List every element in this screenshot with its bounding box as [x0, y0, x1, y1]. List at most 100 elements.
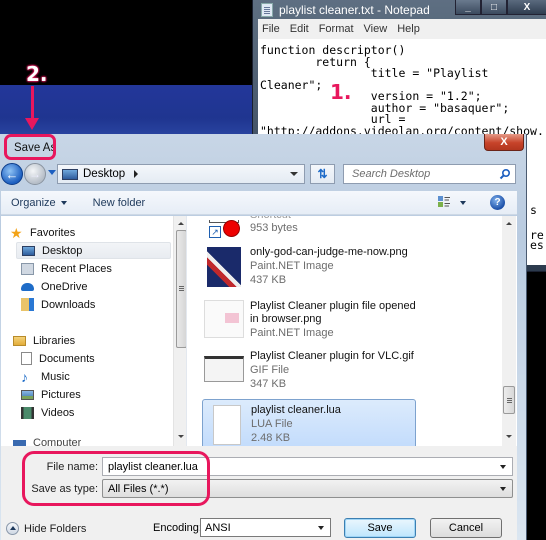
file-item[interactable]: Playlist Cleaner plugin for VLC.gif GIF …: [202, 346, 416, 398]
nav-group-label: Libraries: [33, 334, 76, 347]
notepad-text-fragment: s: [530, 203, 537, 217]
menu-bar: File Edit Format View Help: [258, 19, 546, 39]
hide-folders-button[interactable]: Hide Folders: [6, 522, 86, 535]
new-folder-button[interactable]: New folder: [93, 197, 146, 209]
nav-item-onedrive[interactable]: OneDrive: [21, 278, 87, 295]
nav-item-pictures[interactable]: Pictures: [21, 386, 81, 403]
nav-item-label: Desktop: [42, 244, 83, 257]
nav-group-libraries[interactable]: Libraries: [13, 332, 75, 349]
file-name: only-god-can-judge-me-now.png: [250, 246, 408, 258]
onedrive-icon: [21, 282, 34, 291]
dialog-close-button[interactable]: X: [484, 134, 524, 151]
pictures-icon: [21, 389, 34, 400]
chevron-down-icon: [500, 487, 506, 491]
breadcrumb-chevron-icon[interactable]: [134, 170, 139, 178]
nav-item-label: Videos: [41, 406, 75, 419]
nav-item-videos[interactable]: Videos: [21, 404, 74, 421]
change-view-icon[interactable]: [438, 196, 450, 208]
nav-item-label: Computer: [33, 438, 82, 446]
encoding-value: ANSI: [205, 521, 231, 534]
close-button[interactable]: X: [507, 0, 546, 15]
libraries-icon: [13, 335, 26, 346]
documents-icon: [21, 352, 32, 365]
file-item[interactable]: Playlist Cleaner plugin file opened in b…: [202, 296, 416, 348]
search-icon[interactable]: [499, 168, 511, 180]
nav-item-recent-places[interactable]: Recent Places: [21, 260, 112, 277]
image-thumbnail: [207, 247, 241, 287]
menu-file[interactable]: File: [262, 23, 280, 35]
encoding-label: Encoding:: [153, 522, 202, 534]
downloads-icon: [21, 298, 34, 311]
nav-item-label: Recent Places: [41, 262, 112, 275]
red-circle-icon: [223, 220, 240, 237]
nav-item-documents[interactable]: Documents: [21, 350, 95, 367]
search-input[interactable]: Search Desktop: [343, 164, 516, 184]
refresh-button[interactable]: ⇅: [310, 164, 335, 184]
menu-edit[interactable]: Edit: [290, 23, 309, 35]
file-item[interactable]: only-god-can-judge-me-now.png Paint.NET …: [202, 242, 416, 294]
search-placeholder: Search Desktop: [352, 168, 431, 180]
file-size: 2.48 KB: [251, 432, 291, 444]
minimize-button[interactable]: _: [455, 0, 481, 15]
file-list-scrollbar[interactable]: [502, 216, 516, 446]
desktop-icon: [22, 245, 35, 256]
recent-locations-dropdown[interactable]: [48, 170, 56, 175]
nav-item-label: OneDrive: [41, 280, 88, 293]
notepad-text-fragment: es: [530, 238, 544, 252]
file-type: Shortcut: [250, 216, 291, 221]
nav-item-desktop[interactable]: Desktop: [16, 242, 171, 259]
music-icon: ♪: [21, 368, 28, 385]
file-size: 347 KB: [250, 378, 287, 390]
help-button[interactable]: ?: [490, 195, 505, 210]
nav-group-favorites[interactable]: ★ Favorites: [10, 224, 75, 241]
cancel-button[interactable]: Cancel: [430, 518, 502, 538]
scroll-down-icon[interactable]: [506, 435, 512, 438]
file-type: LUA File: [251, 418, 293, 430]
forward-button[interactable]: →: [24, 163, 46, 185]
nav-item-downloads[interactable]: Downloads: [21, 296, 95, 313]
navigation-scrollbar[interactable]: [173, 216, 186, 446]
step-2-annotation: 2.: [26, 62, 48, 86]
command-toolbar: Organize New folder ?: [1, 191, 517, 215]
scrollbar-thumb[interactable]: [503, 386, 515, 414]
chevron-down-icon: [318, 526, 324, 530]
step-1-annotation: 1.: [330, 80, 352, 104]
nav-item-computer-partial[interactable]: Computer: [13, 438, 81, 446]
nav-item-label: Documents: [39, 352, 95, 365]
chevron-up-icon: [6, 522, 19, 535]
file-item-selected[interactable]: playlist cleaner.lua LUA File 2.48 KB: [202, 399, 416, 446]
address-bar[interactable]: Desktop: [57, 164, 305, 184]
file-name: playlist cleaner.lua: [251, 404, 341, 416]
scroll-up-icon[interactable]: [506, 222, 512, 225]
notepad-title: playlist cleaner.txt - Notepad: [279, 3, 430, 17]
scroll-up-icon[interactable]: [178, 222, 184, 225]
organize-button[interactable]: Organize: [11, 197, 67, 209]
view-options-dropdown[interactable]: [460, 201, 466, 205]
desktop-icon: [62, 168, 78, 180]
file-type: GIF File: [250, 364, 290, 376]
menu-help[interactable]: Help: [397, 23, 420, 35]
address-location[interactable]: Desktop: [83, 168, 125, 180]
encoding-select[interactable]: ANSI: [200, 518, 331, 537]
image-thumbnail: [204, 300, 244, 338]
refresh-icon: ⇅: [317, 167, 328, 181]
menu-format[interactable]: Format: [319, 23, 354, 35]
maximize-button[interactable]: □: [481, 0, 507, 15]
scrollbar-thumb[interactable]: [176, 230, 186, 348]
organize-label: Organize: [11, 196, 56, 209]
nav-item-music[interactable]: ♪ Music: [21, 368, 70, 385]
browser-content: ★ Favorites Desktop Recent Places OneDri…: [1, 216, 517, 446]
arrow-down-icon: [25, 118, 39, 130]
address-dropdown-icon[interactable]: [290, 172, 298, 176]
file-size: 437 KB: [250, 274, 287, 286]
nav-item-label: Downloads: [41, 298, 96, 311]
forward-arrow-icon: →: [29, 167, 41, 181]
shortcut-arrow-icon: ↗: [209, 226, 221, 238]
menu-view[interactable]: View: [364, 23, 388, 35]
chevron-down-icon[interactable]: [500, 465, 506, 469]
back-button[interactable]: ←: [1, 163, 23, 185]
scroll-down-icon[interactable]: [178, 435, 184, 438]
save-button[interactable]: Save: [344, 518, 416, 538]
dialog-titlebar: Save As X: [0, 134, 527, 160]
file-item[interactable]: ↗ Shortcut 953 bytes: [202, 216, 416, 242]
